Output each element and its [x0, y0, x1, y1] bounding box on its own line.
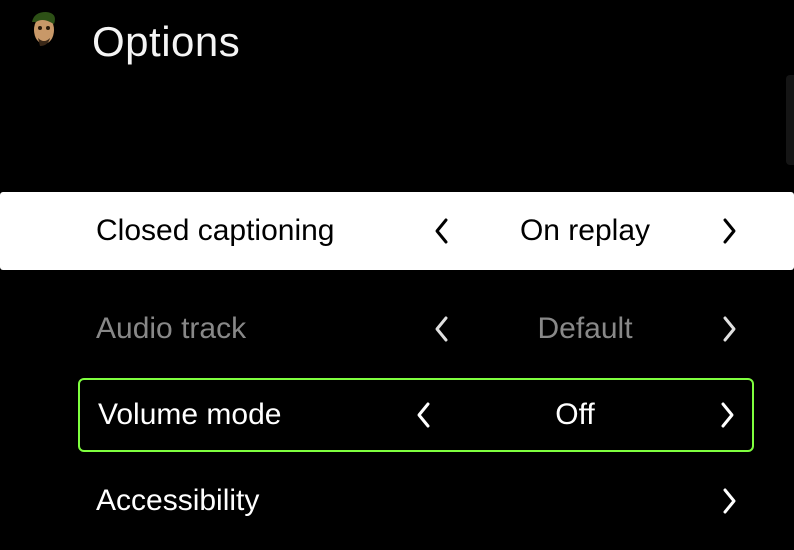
chevron-right-icon[interactable]: [712, 400, 742, 430]
option-row-accessibility[interactable]: Accessibility: [0, 462, 794, 540]
option-row-closed-captioning[interactable]: Closed captioning On replay: [0, 192, 794, 270]
chevron-left-icon[interactable]: [426, 314, 456, 344]
option-row-volume-mode[interactable]: Volume mode Off: [78, 378, 754, 452]
scrollbar-indicator: [786, 75, 794, 165]
chevron-right-icon[interactable]: [714, 216, 744, 246]
page-title: Options: [92, 18, 240, 66]
chevron-right-icon[interactable]: [714, 314, 744, 344]
option-value-selector: On replay: [426, 214, 744, 248]
option-value-selector: Off: [408, 398, 742, 432]
chevron-left-icon[interactable]: [426, 216, 456, 246]
chevron-right-icon[interactable]: [714, 486, 744, 516]
option-row-audio-track[interactable]: Audio track Default: [0, 290, 794, 368]
option-label: Accessibility: [96, 484, 426, 518]
options-list: Closed captioning On replay Audio track …: [0, 192, 794, 540]
option-label: Volume mode: [98, 398, 408, 432]
option-value: Default: [456, 312, 714, 346]
profile-avatar[interactable]: [24, 8, 64, 48]
option-value: On replay: [456, 214, 714, 248]
chevron-left-icon[interactable]: [408, 400, 438, 430]
option-label: Audio track: [96, 312, 426, 346]
option-label: Closed captioning: [96, 214, 426, 248]
option-value-selector: [426, 486, 744, 516]
option-value-selector: Default: [426, 312, 744, 346]
option-value: Off: [438, 398, 712, 432]
